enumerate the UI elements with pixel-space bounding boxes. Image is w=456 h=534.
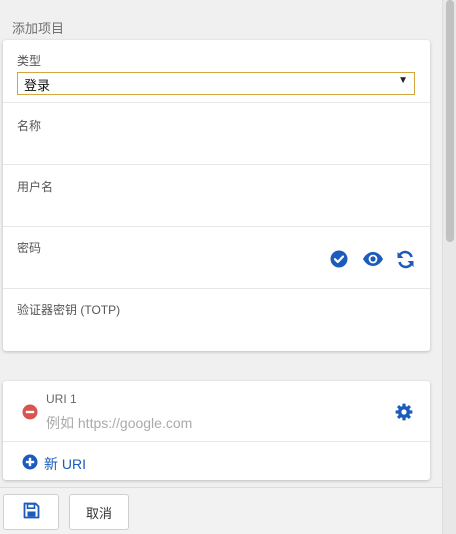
new-uri-row[interactable]: 新 URI: [3, 442, 430, 480]
type-label: 类型: [17, 54, 42, 68]
username-field[interactable]: 用户名: [3, 165, 430, 227]
type-select[interactable]: 登录 ▼: [17, 72, 415, 95]
uri-input[interactable]: 例如 https://google.com: [46, 413, 192, 433]
dropdown-arrow-icon: ▼: [398, 75, 408, 86]
totp-field[interactable]: 验证器密钥 (TOTP): [3, 289, 430, 351]
uri-card: URI 1 例如 https://google.com 新 URI: [3, 381, 430, 480]
type-row: 类型 登录 ▼: [3, 40, 430, 103]
cancel-button[interactable]: 取消: [69, 494, 129, 530]
uri-label: URI 1: [46, 392, 77, 406]
new-uri-label[interactable]: 新 URI: [44, 454, 86, 474]
type-select-value: 登录: [24, 78, 51, 93]
add-item-page: 添加项目 类型 登录 ▼ 名称 用户名 密码 验证器密钥 (TOTP) URI …: [0, 0, 442, 534]
floppy-disk-icon: [23, 502, 40, 522]
eye-icon[interactable]: [361, 249, 385, 269]
remove-uri-icon[interactable]: [21, 403, 39, 421]
totp-label: 验证器密钥 (TOTP): [17, 303, 121, 317]
scrollbar-thumb[interactable]: [446, 0, 454, 242]
uri-row: URI 1 例如 https://google.com: [3, 381, 430, 442]
footer-bar: 取消: [0, 487, 442, 534]
password-label: 密码: [17, 241, 42, 255]
gear-icon[interactable]: [394, 402, 414, 422]
username-label: 用户名: [17, 180, 54, 194]
check-password-icon[interactable]: [329, 249, 349, 269]
save-button[interactable]: [3, 494, 59, 530]
plus-circle-icon: [21, 453, 39, 471]
scrollbar[interactable]: [442, 0, 456, 534]
section-title: 添加项目: [12, 21, 65, 36]
password-field[interactable]: 密码: [3, 227, 430, 289]
item-details-card: 类型 登录 ▼ 名称 用户名 密码 验证器密钥 (TOTP): [3, 40, 430, 351]
name-label: 名称: [17, 119, 42, 133]
refresh-icon[interactable]: [395, 248, 415, 270]
name-field[interactable]: 名称: [3, 103, 430, 165]
